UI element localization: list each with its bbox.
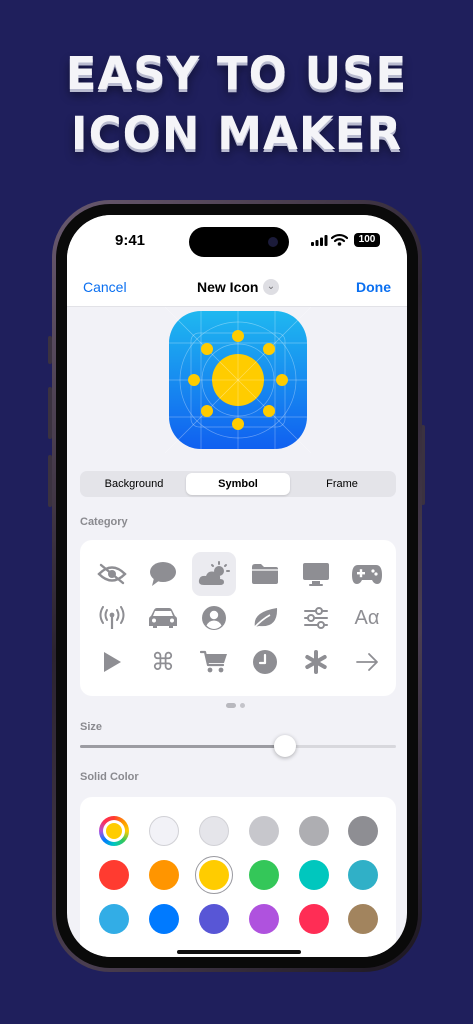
color-swatch[interactable] [149,904,179,934]
category-speech-bubble[interactable] [141,552,185,596]
category-cart[interactable] [192,640,236,684]
sliders-icon [304,607,328,629]
category-eye-slash[interactable] [90,552,134,596]
category-antenna[interactable] [90,596,134,640]
play-icon [104,652,121,672]
tab-frame[interactable]: Frame [290,473,394,495]
current-color-dot [106,823,122,839]
category-play[interactable] [90,640,134,684]
color-swatch[interactable] [249,904,279,934]
category-text-format[interactable]: Aα [345,596,389,640]
command-icon: ⌘ [151,648,175,676]
size-slider-fill [80,745,286,748]
clock-icon [253,650,277,674]
size-section-label: Size [80,721,103,733]
color-swatch[interactable] [249,860,279,890]
phone-screen: 9:41 100 Cancel New Icon ⌄ Done Backgrou… [67,215,407,957]
cloud-sun-icon [198,561,230,585]
car-icon [149,608,177,628]
home-indicator [177,950,301,954]
phone-frame: 9:41 100 Cancel New Icon ⌄ Done Backgrou… [52,200,422,972]
category-gamecontroller[interactable] [345,552,389,596]
tab-background[interactable]: Background [82,473,186,495]
asterisk-icon [305,650,327,674]
page-indicator[interactable] [226,703,245,708]
wifi-icon [331,233,348,246]
arrow-right-icon [356,653,378,671]
color-swatch[interactable] [299,816,329,846]
folder-icon [252,564,278,584]
text-format-icon: Aα [354,606,380,629]
color-swatch[interactable] [99,860,129,890]
speech-bubble-icon [150,562,176,586]
color-swatch[interactable] [199,904,229,934]
category-command[interactable]: ⌘ [141,640,185,684]
tab-symbol[interactable]: Symbol [186,473,290,495]
done-button[interactable]: Done [356,279,391,295]
category-grid: Aα ⌘ [80,540,396,696]
leaf-icon [252,608,278,630]
camera-icon [268,237,278,247]
nav-title[interactable]: New Icon [197,279,258,295]
color-swatch[interactable] [99,904,129,934]
headline: EASY TO USE ICON MAKER [0,44,473,164]
category-leaf[interactable] [243,596,287,640]
dynamic-island [189,227,289,257]
status-bar: 9:41 100 [67,215,407,265]
headline-line-2: ICON MAKER [70,107,403,160]
color-swatch[interactable] [299,904,329,934]
category-clock[interactable] [243,640,287,684]
person-circle-icon [202,606,226,630]
custom-color-picker[interactable] [99,816,129,846]
editor-segmented-control: Background Symbol Frame [80,471,396,497]
icon-preview [165,307,311,453]
size-slider-thumb[interactable] [274,735,297,757]
color-swatch[interactable] [149,816,179,846]
category-section-label: Category [80,516,128,528]
page-dot-current [226,703,236,708]
color-swatch[interactable] [348,904,378,934]
title-menu-chevron-icon[interactable]: ⌄ [263,279,279,295]
color-swatch[interactable] [149,860,179,890]
category-arrow-right[interactable] [345,640,389,684]
category-cloud-sun[interactable] [192,552,236,596]
page-dot [240,703,245,708]
color-swatch[interactable] [195,856,233,894]
nav-bar: Cancel New Icon ⌄ Done [67,265,407,307]
eye-slash-icon [97,563,127,585]
color-swatch[interactable] [299,860,329,890]
category-person-circle[interactable] [192,596,236,640]
category-display[interactable] [294,552,338,596]
color-wheel-inner [103,820,125,842]
status-time: 9:41 [115,232,146,249]
headline-line-1: EASY TO USE [65,47,408,100]
cellular-signal-icon [311,235,328,246]
display-icon [303,563,329,586]
color-palette [80,797,396,957]
category-folder[interactable] [243,552,287,596]
color-swatch[interactable] [249,816,279,846]
solid-color-section-label: Solid Color [80,771,139,783]
antenna-icon [99,606,125,629]
category-sliders[interactable] [294,596,338,640]
category-asterisk[interactable] [294,640,338,684]
cart-icon [200,650,227,673]
battery-indicator: 100 [354,233,380,247]
size-slider[interactable] [80,745,396,748]
cancel-button[interactable]: Cancel [83,279,127,295]
category-car[interactable] [141,596,185,640]
color-swatch[interactable] [199,816,229,846]
color-swatch[interactable] [348,860,378,890]
gamecontroller-icon [352,565,382,584]
color-swatch[interactable] [348,816,378,846]
